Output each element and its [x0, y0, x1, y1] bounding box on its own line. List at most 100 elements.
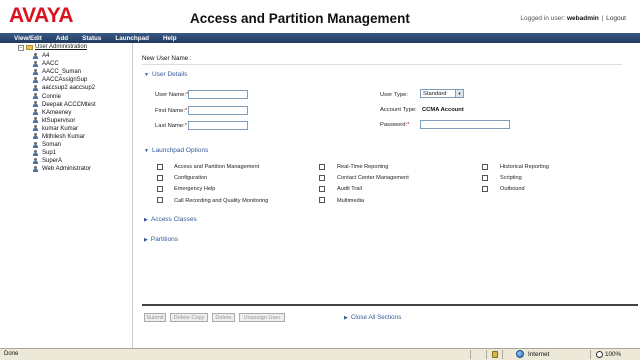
tree-user-item[interactable]: KAmeeney — [32, 109, 132, 117]
globe-icon — [516, 350, 524, 358]
checkbox-label: Contact Center Management — [337, 175, 409, 181]
delete-button[interactable]: Delete — [212, 313, 235, 322]
triangle-right-icon: ▶ — [344, 314, 348, 321]
checkbox-label: Configuration — [174, 175, 208, 181]
checkbox-historical-reporting[interactable] — [482, 164, 488, 170]
menu-launchpad[interactable]: Launchpad — [115, 35, 149, 42]
status-divider — [486, 350, 487, 359]
user-icon — [32, 141, 40, 149]
tree-user-label: Mithilesh Kumar — [42, 133, 86, 140]
tree-user-item[interactable]: Sup1 — [32, 149, 132, 157]
tree-user-item[interactable]: Soman — [32, 141, 132, 149]
new-user-heading: New User Name : — [142, 55, 192, 62]
tree-user-item[interactable]: ktSupervisor — [32, 117, 132, 125]
status-divider — [590, 350, 591, 359]
access-classes-toggle[interactable]: ▶ Access Classes — [144, 216, 197, 223]
triangle-right-icon: ▶ — [144, 236, 148, 243]
user-icon — [32, 60, 40, 68]
tree-user-item[interactable]: Connie — [32, 92, 132, 100]
tree-user-item[interactable]: A4 — [32, 52, 132, 60]
checkbox-label: Access and Partition Management — [174, 164, 260, 170]
heading-divider — [142, 64, 622, 65]
checkbox-emergency-help[interactable] — [157, 186, 163, 192]
checkbox-multimedia[interactable] — [319, 197, 325, 203]
close-all-sections-link[interactable]: ▶ Close All Sections — [344, 314, 401, 321]
menu-status[interactable]: Status — [82, 35, 101, 42]
checkbox-label: Emergency Help — [174, 186, 216, 192]
checkbox-call-recording[interactable] — [157, 197, 163, 203]
zoom-control[interactable]: 100% — [596, 351, 621, 358]
launchpad-options-label: Launchpad Options — [151, 147, 209, 154]
menu-view-edit[interactable]: View/Edit — [14, 35, 42, 42]
submit-button[interactable]: Submit — [144, 313, 166, 322]
required-mark: * — [184, 108, 188, 114]
status-divider — [502, 350, 503, 359]
user-name-label: User Name:* — [155, 92, 188, 98]
first-name-input[interactable] — [188, 106, 248, 115]
tree-user-item[interactable]: Deepak ACCCMtest — [32, 101, 132, 109]
status-divider — [470, 350, 471, 359]
checkbox-label: Audit Trail — [337, 186, 362, 192]
tree-user-label: AACCAssignSup — [42, 77, 88, 84]
username: webadmin — [566, 15, 599, 22]
first-name-label: First Name:* — [155, 108, 188, 114]
user-icon — [32, 93, 40, 100]
tree-user-item[interactable]: Web Administrator — [32, 165, 132, 173]
user-type-select[interactable]: Standard ▼ — [420, 89, 464, 98]
required-mark: * — [184, 123, 187, 129]
tree-user-item[interactable]: SuperA — [32, 157, 132, 165]
tree-user-item[interactable]: AACCAssignSup — [32, 76, 132, 84]
tree-user-label: A4 — [42, 53, 50, 60]
tree-user-item[interactable]: aaccsup2 aaccsup2 — [32, 84, 132, 92]
account-type-value: CCMA Account — [422, 107, 464, 113]
checkbox-scripting[interactable] — [482, 175, 488, 181]
user-name-input[interactable] — [188, 90, 248, 99]
launchpad-options-toggle[interactable]: ▼ Launchpad Options — [144, 147, 208, 154]
tree-user-label: aaccsup2 aaccsup2 — [42, 85, 96, 92]
folder-icon — [26, 45, 33, 50]
partitions-label: Partitions — [150, 236, 178, 243]
user-details-label: User Details — [151, 71, 188, 78]
last-name-input[interactable] — [188, 121, 248, 130]
partitions-toggle[interactable]: ▶ Partitions — [144, 236, 178, 243]
collapse-icon[interactable]: − — [18, 45, 24, 51]
user-type-value: Standard — [423, 90, 447, 97]
user-list: A4 AACC AACC_Suman AACCAssignSup aaccsup… — [0, 52, 132, 173]
avaya-logo: AVAYA — [9, 4, 74, 27]
checkbox-label: Scripting — [500, 175, 522, 181]
checkbox-real-time-reporting[interactable] — [319, 164, 325, 170]
unassign-user-button[interactable]: Unassign User — [239, 313, 285, 322]
main-panel: New User Name : ▼ User Details User Name… — [136, 43, 640, 348]
app-window: AVAYA Access and Partition Management Lo… — [0, 0, 640, 360]
close-all-label: Close All Sections — [350, 314, 402, 321]
tree-user-label: AACC_Suman — [42, 69, 82, 76]
tree-user-item[interactable]: kumar Kumar — [32, 125, 132, 133]
checkbox-access-partition[interactable] — [157, 164, 163, 170]
user-details-toggle[interactable]: ▼ User Details — [144, 71, 187, 78]
checkbox-audit-trail[interactable] — [319, 186, 325, 192]
tree-user-item[interactable]: AACC — [32, 60, 132, 68]
menu-add[interactable]: Add — [56, 35, 68, 42]
tree-user-item[interactable]: AACC_Suman — [32, 68, 132, 76]
menu-help[interactable]: Help — [163, 35, 177, 42]
checkbox-label: Real-Time Reporting — [337, 164, 389, 170]
tree-user-label: Deepak ACCCMtest — [42, 101, 96, 108]
triangle-down-icon: ▼ — [144, 71, 149, 78]
logout-link[interactable]: Logout — [606, 15, 626, 22]
user-icon — [32, 76, 40, 84]
zoom-level: 100% — [605, 351, 622, 358]
tree-root-user-administration[interactable]: − User Administration — [0, 44, 132, 52]
checkbox-outbound[interactable] — [482, 186, 488, 192]
checkbox-label: Call Recording and Quality Monitoring — [174, 198, 269, 204]
lock-icon — [492, 351, 498, 358]
checkbox-label: Outbound — [500, 186, 525, 192]
login-separator: | — [601, 15, 604, 22]
password-input[interactable] — [420, 120, 510, 129]
delete-copy-button[interactable]: Delete Copy — [170, 313, 208, 322]
security-zone[interactable]: Internet — [512, 350, 549, 358]
tree-user-label: Sup1 — [42, 150, 57, 157]
checkbox-contact-center-management[interactable] — [319, 175, 325, 181]
tree-root-label[interactable]: User Administration — [35, 44, 87, 50]
checkbox-configuration[interactable] — [157, 175, 163, 181]
tree-user-item[interactable]: Mithilesh Kumar — [32, 133, 132, 141]
